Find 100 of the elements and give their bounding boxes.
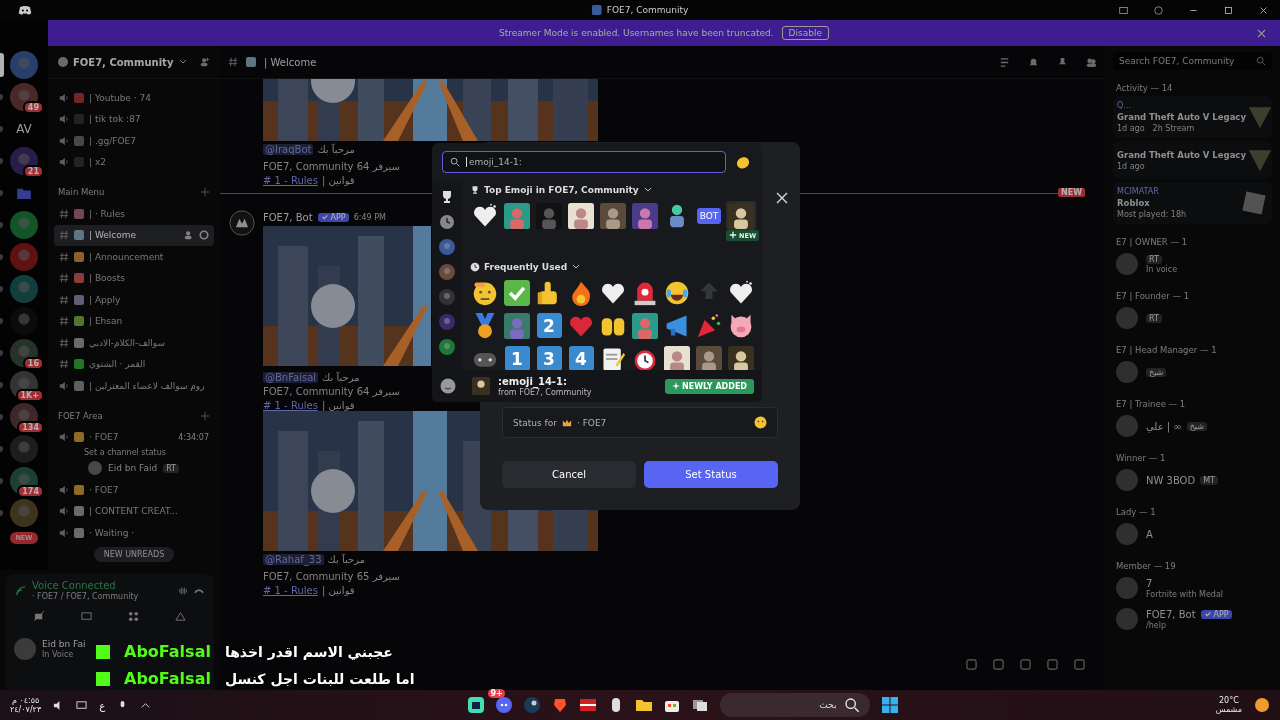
channel-item[interactable]: القمر · الشتوي [54, 353, 214, 375]
laughing-face-icon[interactable] [664, 279, 690, 306]
emoji-icon[interactable] [1047, 659, 1058, 670]
member-item[interactable]: RT [1113, 304, 1272, 332]
channel-item[interactable]: | x2 [54, 151, 214, 173]
bot-emoji[interactable]: BOT [696, 207, 722, 224]
activity-card[interactable]: Grand Theft Auto V Legacy 1d ago [1113, 141, 1272, 179]
keycap-emoji[interactable]: 3 [536, 346, 562, 370]
waveform-icon[interactable] [178, 585, 188, 596]
member-item[interactable]: RT In voice [1113, 250, 1272, 278]
screen-share-icon[interactable] [81, 611, 92, 622]
set-status-button[interactable]: Set Status [644, 461, 778, 488]
members-icon[interactable] [1086, 56, 1097, 68]
check-icon[interactable] [504, 279, 530, 306]
member-item[interactable]: A [1113, 520, 1272, 548]
discord-icon[interactable] [496, 697, 513, 713]
sticker-icon[interactable] [728, 345, 754, 370]
channel-item[interactable]: | Youtube · 74 [54, 87, 214, 109]
sticker-icon[interactable] [568, 202, 594, 229]
channel-item[interactable]: | Welcome [54, 224, 214, 246]
channel-item[interactable]: | · Rules [54, 203, 214, 225]
channel-item[interactable]: · Waiting · [54, 522, 214, 544]
mention[interactable]: @IraqBot [263, 144, 314, 155]
sun-icon[interactable] [1254, 697, 1270, 713]
apps-icon[interactable] [1074, 659, 1085, 670]
app-icon[interactable] [580, 697, 597, 713]
server-icon[interactable] [439, 264, 455, 280]
emoji-search-field[interactable]: emoji_14-1: [442, 151, 726, 173]
camera-off-icon[interactable] [34, 611, 45, 622]
channel-item[interactable]: · FOE7 [54, 479, 214, 501]
channel-item[interactable]: | Boosts [54, 267, 214, 289]
activity-card[interactable]: MCIMATAR Roblox Most played: 18h [1113, 182, 1272, 224]
task-view-icon[interactable] [692, 697, 709, 713]
brave-icon[interactable] [552, 697, 569, 713]
threads-icon[interactable] [999, 56, 1010, 68]
channel-item[interactable]: | Ehsan [54, 310, 214, 332]
voice-member-name[interactable]: Eid bn Faid [108, 463, 158, 473]
keycap-emoji[interactable]: 1 [504, 346, 530, 370]
sticker-icon[interactable] [600, 202, 626, 229]
heart-icon[interactable] [472, 202, 498, 229]
cancel-button[interactable]: Cancel [502, 461, 636, 488]
category-label[interactable]: Main Menu [58, 187, 105, 197]
network-icon[interactable] [76, 699, 88, 711]
close-icon[interactable] [1259, 5, 1268, 15]
steam-icon[interactable] [524, 697, 541, 713]
keycap-emoji[interactable]: 4 [568, 346, 594, 370]
app-icon[interactable] [468, 697, 485, 713]
mention[interactable]: @BnFaisal [263, 372, 319, 383]
close-icon[interactable] [776, 192, 788, 204]
server-icon[interactable] [439, 339, 455, 355]
sticker-icon[interactable] [696, 345, 722, 370]
bell-icon[interactable] [1028, 56, 1039, 68]
soundboard-icon[interactable] [175, 611, 186, 622]
channel-item[interactable]: | CONTENT CREAT... [54, 500, 214, 522]
search-field[interactable]: بحث [720, 693, 871, 717]
gif-icon[interactable] [993, 659, 1004, 670]
new-unreads-pill[interactable]: NEW UNREADS [93, 546, 175, 562]
channel-item[interactable]: · FOE7 4:34:07 [54, 426, 214, 448]
category-label[interactable]: FOE7 Area [58, 410, 103, 421]
channel-item[interactable]: | Announcement [54, 246, 214, 268]
channel-item[interactable]: | .gg/FOE7 [54, 130, 214, 152]
folder-icon[interactable] [636, 697, 653, 713]
add-member-icon[interactable] [200, 57, 210, 67]
channel-link[interactable]: # 1 - Rules [263, 175, 318, 186]
disable-button[interactable]: Disable [781, 26, 829, 40]
start-icon[interactable] [882, 697, 899, 713]
pig-icon[interactable] [728, 312, 754, 339]
member-item[interactable]: NW 3BOD MT [1113, 466, 1272, 494]
language-indicator[interactable]: ع [99, 699, 106, 711]
discord-icon[interactable] [18, 4, 32, 16]
member-item[interactable]: شيخ [1113, 358, 1272, 386]
channel-link[interactable]: # 1 - Rules [263, 400, 318, 411]
settings-icon[interactable] [199, 230, 209, 241]
channel-link[interactable]: # 1 - Rules [263, 585, 318, 596]
mention[interactable]: @Rahaf_33 [263, 554, 324, 565]
party-popper-icon[interactable] [696, 312, 722, 339]
server-icon[interactable]: AV [16, 122, 32, 136]
emoji-button-icon[interactable] [754, 416, 767, 429]
server-icon[interactable] [439, 239, 455, 255]
search-field[interactable]: Search FOE7, Community [1113, 52, 1272, 70]
member-item[interactable]: 7 Fortnite with Medal [1113, 574, 1272, 602]
maximize-icon[interactable] [1224, 5, 1233, 15]
author-name[interactable]: FOE7, Bot [263, 212, 313, 223]
activities-icon[interactable] [128, 611, 139, 622]
bot-avatar[interactable] [228, 210, 255, 236]
sticker-icon[interactable] [664, 345, 690, 370]
clock-icon[interactable] [439, 214, 455, 230]
add-member-icon[interactable] [184, 230, 194, 241]
smiley-icon[interactable] [440, 378, 456, 394]
keycap-emoji[interactable]: 2 [536, 313, 562, 338]
channel-item[interactable]: | روم سوالف لاعضاء المعتزلين [54, 375, 214, 397]
status-field[interactable]: Status for · FOE7 [502, 407, 778, 438]
channel-item[interactable]: | Apply [54, 289, 214, 311]
member-item[interactable]: FOE7, Bot APP /help [1113, 605, 1272, 633]
channel-item[interactable]: | tik tok :87 [54, 108, 214, 130]
sticker-icon[interactable] [632, 202, 658, 229]
activity-card[interactable]: Q... Grand Theft Auto V Legacy 1d ago 2h Stream [1113, 96, 1272, 138]
section-header[interactable]: Frequently Used [470, 260, 756, 274]
heart-icon[interactable] [728, 279, 754, 306]
gift-icon[interactable] [966, 659, 977, 670]
